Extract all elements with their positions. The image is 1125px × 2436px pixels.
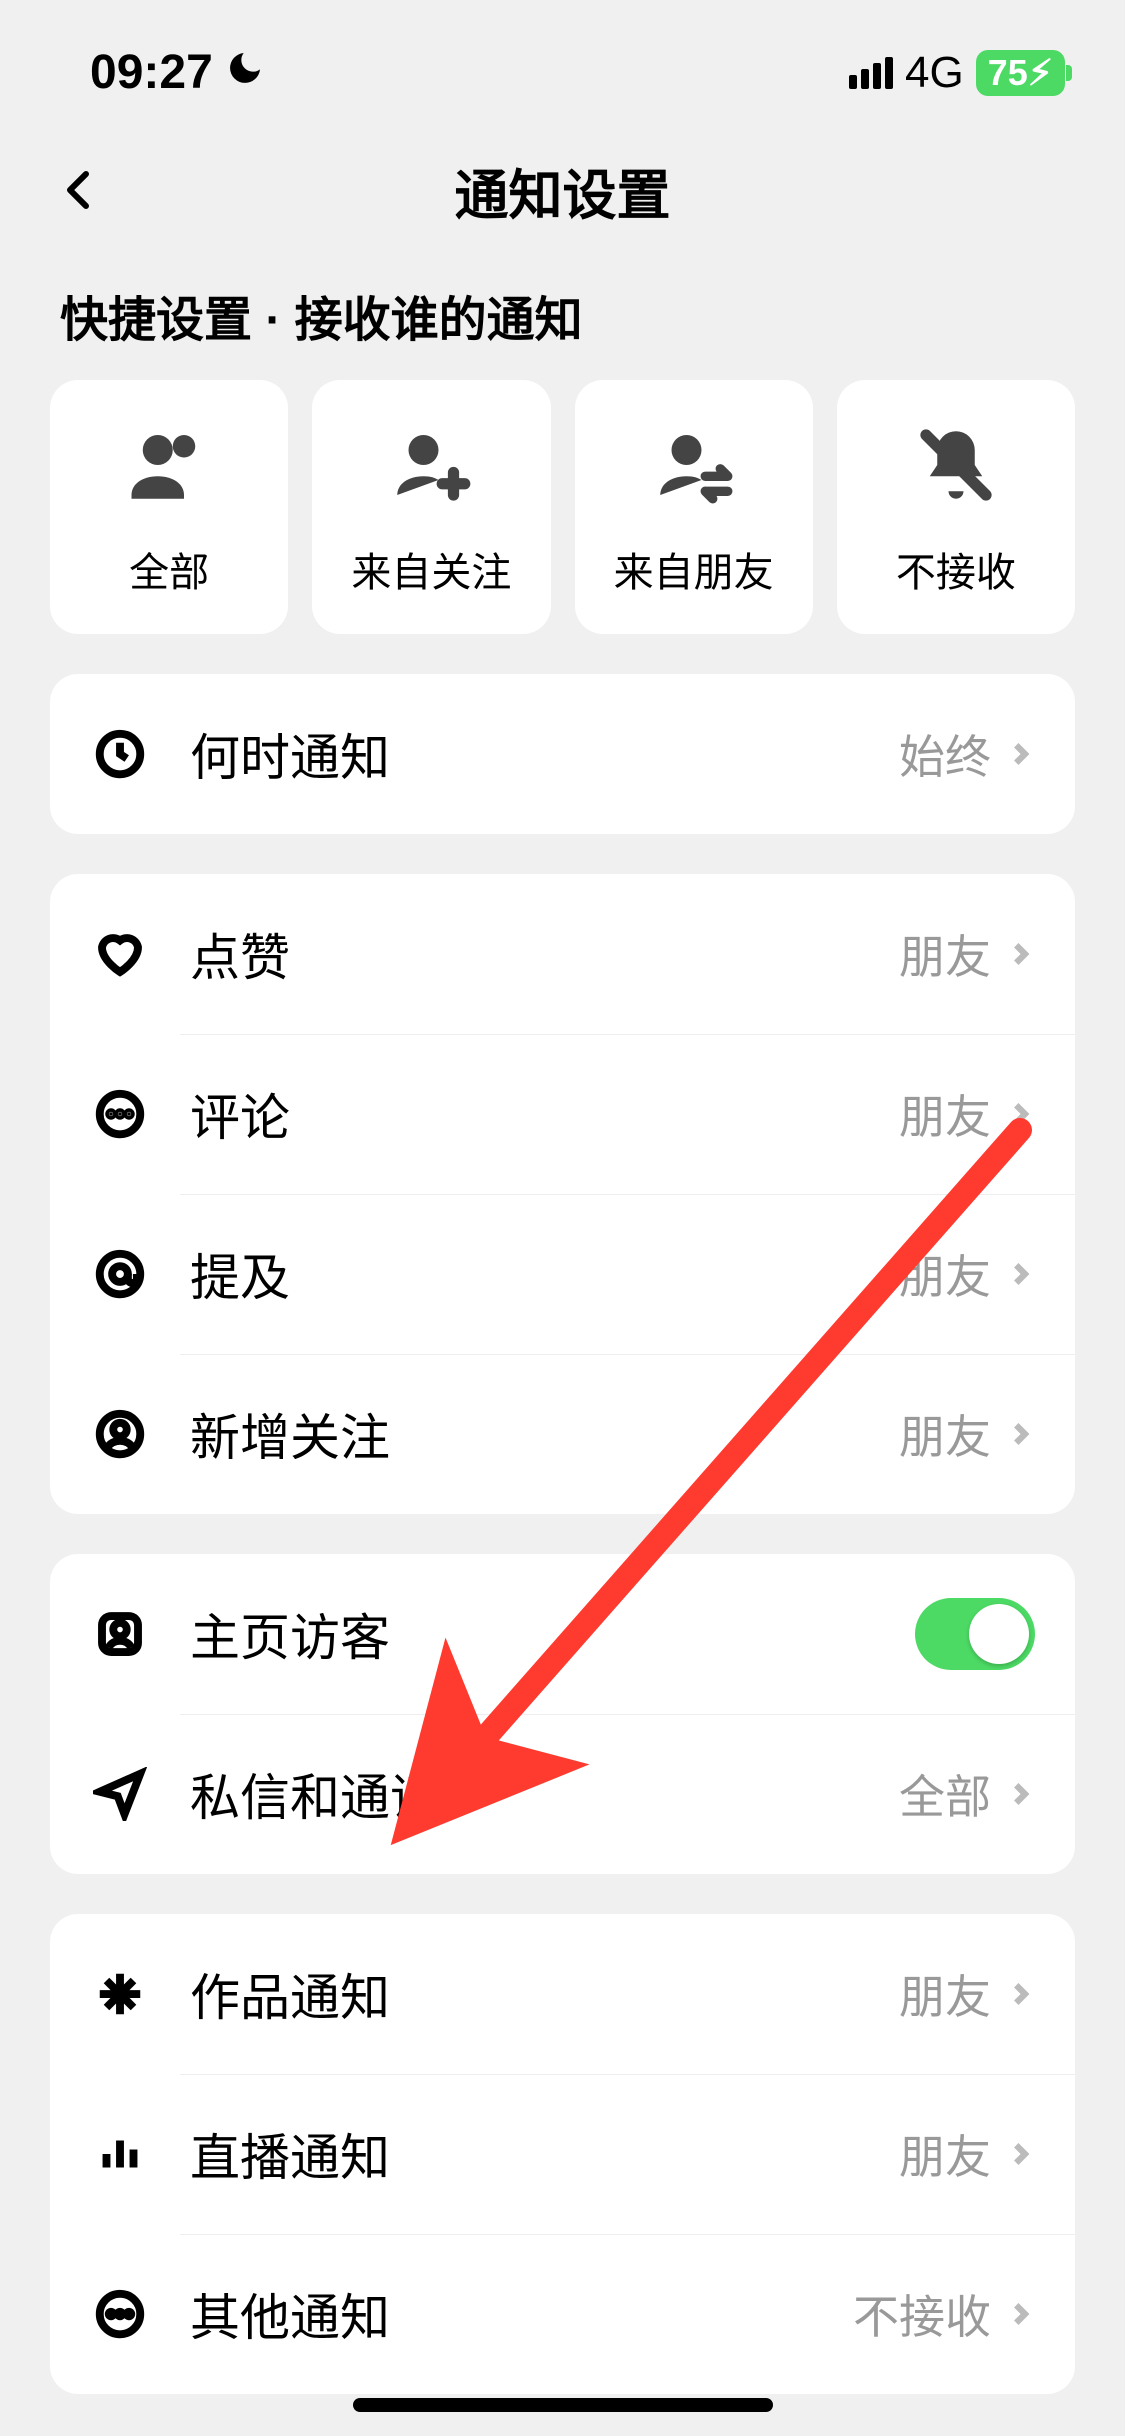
heart-icon [90, 924, 150, 984]
comment-icon [90, 1084, 150, 1144]
clock-icon [90, 724, 150, 784]
quick-settings-row: 全部 来自关注 来自朋友 不接收 [0, 380, 1125, 634]
page-title: 通知设置 [0, 151, 1125, 230]
bell-off-icon [911, 420, 1001, 510]
row-new-follow[interactable]: 新增关注 朋友 [50, 1354, 1075, 1514]
group-when-notify: 何时通知 始终 [50, 674, 1075, 834]
back-button[interactable] [50, 160, 110, 220]
row-label: 提及 [190, 1238, 899, 1310]
status-right: 4G 75⚡︎ [849, 48, 1065, 98]
chevron-right-icon [1005, 1419, 1035, 1449]
status-bar: 09:27 4G 75⚡︎ [0, 0, 1125, 120]
person-add-icon [386, 420, 476, 510]
row-label: 主页访客 [190, 1598, 915, 1670]
quick-section-title: 快捷设置 · 接收谁的通知 [0, 250, 1125, 380]
status-time: 09:27 [90, 45, 213, 100]
row-label: 私信和通话 [190, 1758, 899, 1830]
row-dm-call[interactable]: 私信和通话 全部 [50, 1714, 1075, 1874]
row-label: 直播通知 [190, 2118, 899, 2190]
chevron-right-icon [1005, 2299, 1035, 2329]
group-interactions: 点赞 朋友 评论 朋友 提及 朋友 新增关注 朋友 [50, 874, 1075, 1514]
row-value: 朋友 [899, 1081, 991, 1147]
row-value: 朋友 [899, 921, 991, 987]
row-value: 不接收 [853, 2281, 991, 2347]
quick-card-none[interactable]: 不接收 [837, 380, 1075, 634]
signal-icon [849, 57, 893, 89]
row-value: 全部 [899, 1761, 991, 1827]
chevron-right-icon [1005, 1259, 1035, 1289]
row-label: 作品通知 [190, 1958, 899, 2030]
row-visitor: 主页访客 [50, 1554, 1075, 1714]
quick-label: 来自朋友 [614, 540, 774, 598]
row-when-notify[interactable]: 何时通知 始终 [50, 674, 1075, 834]
more-icon [90, 2284, 150, 2344]
chevron-right-icon [1005, 1779, 1035, 1809]
quick-card-all[interactable]: 全部 [50, 380, 288, 634]
chevron-right-icon [1005, 939, 1035, 969]
group-visitor-dm: 主页访客 私信和通话 全部 [50, 1554, 1075, 1874]
page-header: 通知设置 [0, 120, 1125, 250]
chevron-right-icon [1005, 739, 1035, 769]
people-icon [124, 420, 214, 510]
home-indicator [353, 2398, 773, 2412]
row-value: 始终 [899, 721, 991, 787]
row-value: 朋友 [899, 1961, 991, 2027]
chevron-right-icon [1005, 1099, 1035, 1129]
row-value: 朋友 [899, 1401, 991, 1467]
row-mention[interactable]: 提及 朋友 [50, 1194, 1075, 1354]
row-value: 朋友 [899, 1241, 991, 1307]
row-work-notify[interactable]: 作品通知 朋友 [50, 1914, 1075, 2074]
row-label: 新增关注 [190, 1398, 899, 1470]
row-value: 朋友 [899, 2121, 991, 2187]
row-label: 何时通知 [190, 718, 899, 790]
quick-label: 不接收 [896, 540, 1016, 598]
row-comment[interactable]: 评论 朋友 [50, 1034, 1075, 1194]
battery-icon: 75⚡︎ [976, 50, 1065, 96]
row-label: 评论 [190, 1078, 899, 1150]
row-label: 其他通知 [190, 2278, 853, 2350]
group-notify: 作品通知 朋友 直播通知 朋友 其他通知 不接收 [50, 1914, 1075, 2394]
visitor-toggle[interactable] [915, 1598, 1035, 1670]
send-icon [90, 1764, 150, 1824]
visitor-icon [90, 1604, 150, 1664]
network-label: 4G [905, 48, 964, 98]
row-label: 点赞 [190, 918, 899, 990]
quick-card-following[interactable]: 来自关注 [312, 380, 550, 634]
status-left: 09:27 [90, 45, 265, 100]
quick-label: 全部 [129, 540, 209, 598]
quick-card-friends[interactable]: 来自朋友 [575, 380, 813, 634]
person-exchange-icon [649, 420, 739, 510]
quick-label: 来自关注 [351, 540, 511, 598]
row-other-notify[interactable]: 其他通知 不接收 [50, 2234, 1075, 2394]
person-circle-icon [90, 1404, 150, 1464]
chevron-right-icon [1005, 1979, 1035, 2009]
do-not-disturb-icon [225, 48, 265, 98]
sparkle-icon [90, 1964, 150, 2024]
row-live-notify[interactable]: 直播通知 朋友 [50, 2074, 1075, 2234]
at-icon [90, 1244, 150, 1304]
row-like[interactable]: 点赞 朋友 [50, 874, 1075, 1034]
chevron-right-icon [1005, 2139, 1035, 2169]
bars-icon [90, 2124, 150, 2184]
